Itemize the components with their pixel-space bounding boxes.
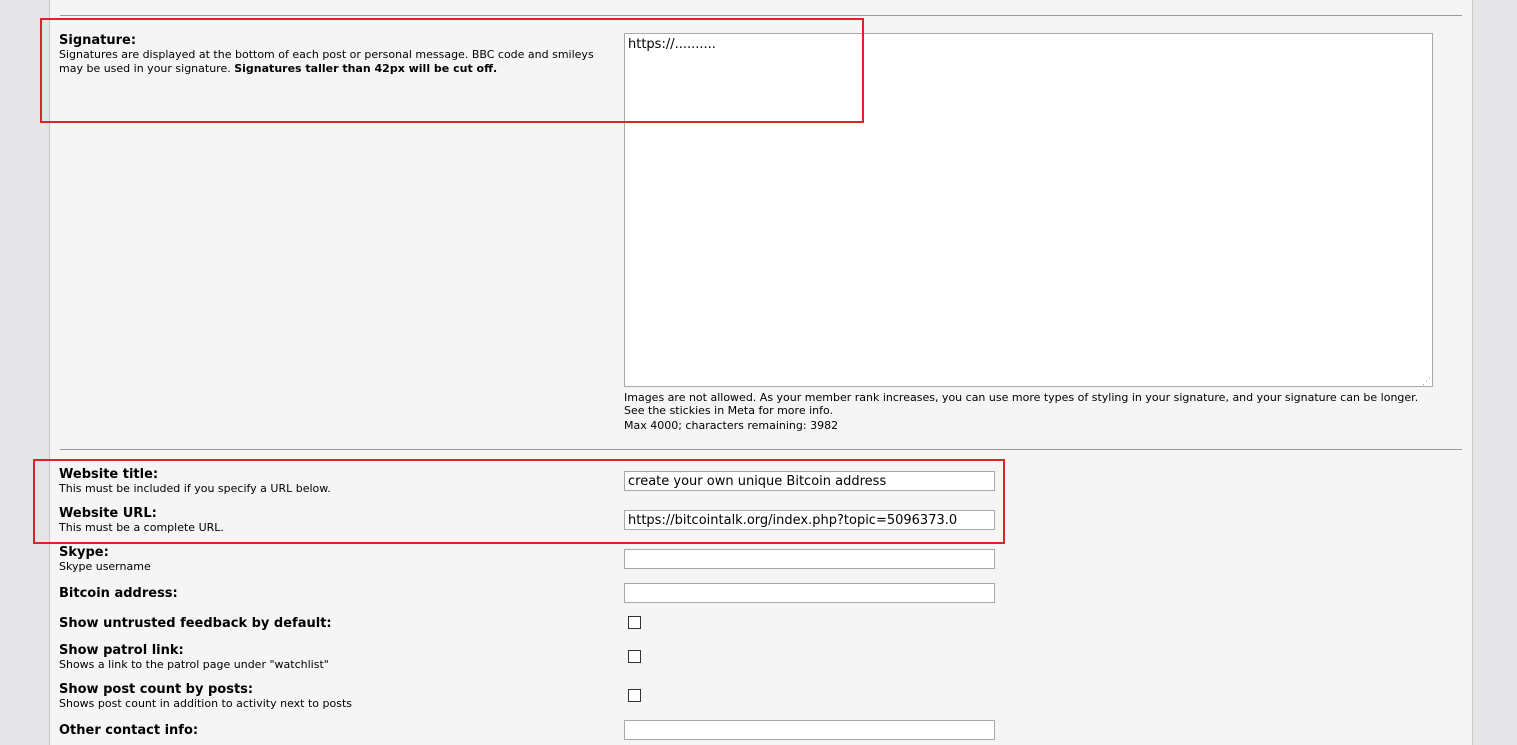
website-url-input[interactable] bbox=[624, 510, 995, 530]
website-title-description: This must be included if you specify a U… bbox=[59, 482, 331, 495]
skype-description: Skype username bbox=[59, 560, 151, 573]
bitcoin-address-label: Bitcoin address: bbox=[59, 586, 178, 601]
other-contact-input[interactable] bbox=[624, 720, 995, 740]
patrol-link-description: Shows a link to the patrol page under "w… bbox=[59, 658, 329, 671]
signature-meta-note: See the stickies in Meta for more info. bbox=[624, 404, 834, 417]
char-counter-label: Max 4000; characters remaining: bbox=[624, 419, 807, 432]
signature-char-counter: Max 4000; characters remaining: 3982 bbox=[624, 419, 838, 432]
skype-input[interactable] bbox=[624, 549, 995, 569]
signature-textarea[interactable]: https://.......... bbox=[624, 33, 1433, 387]
untrusted-feedback-checkbox[interactable] bbox=[628, 616, 641, 629]
website-title-label: Website title: bbox=[59, 467, 159, 482]
website-url-label: Website URL: bbox=[59, 506, 157, 521]
website-url-description: This must be a complete URL. bbox=[59, 521, 224, 534]
other-contact-label: Other contact info: bbox=[59, 723, 199, 738]
divider-middle bbox=[60, 449, 1462, 450]
signature-label: Signature: bbox=[59, 33, 137, 48]
patrol-link-checkbox[interactable] bbox=[628, 650, 641, 663]
char-counter-value: 3982 bbox=[810, 419, 839, 432]
website-title-input[interactable] bbox=[624, 471, 995, 491]
signature-description: Signatures are displayed at the bottom o… bbox=[59, 48, 604, 76]
post-count-label: Show post count by posts: bbox=[59, 682, 254, 697]
signature-rank-note: Images are not allowed. As your member r… bbox=[624, 391, 1419, 404]
bitcoin-address-input[interactable] bbox=[624, 583, 995, 603]
divider-top bbox=[60, 15, 1462, 16]
textarea-resize-grip-icon[interactable]: ⋰ bbox=[1421, 377, 1431, 387]
patrol-link-label: Show patrol link: bbox=[59, 643, 184, 658]
post-count-description: Shows post count in addition to activity… bbox=[59, 697, 353, 710]
signature-height-warning: Signatures taller than 42px will be cut … bbox=[234, 62, 498, 75]
post-count-checkbox[interactable] bbox=[628, 689, 641, 702]
untrusted-feedback-label: Show untrusted feedback by default: bbox=[59, 616, 332, 631]
skype-label: Skype: bbox=[59, 545, 109, 560]
